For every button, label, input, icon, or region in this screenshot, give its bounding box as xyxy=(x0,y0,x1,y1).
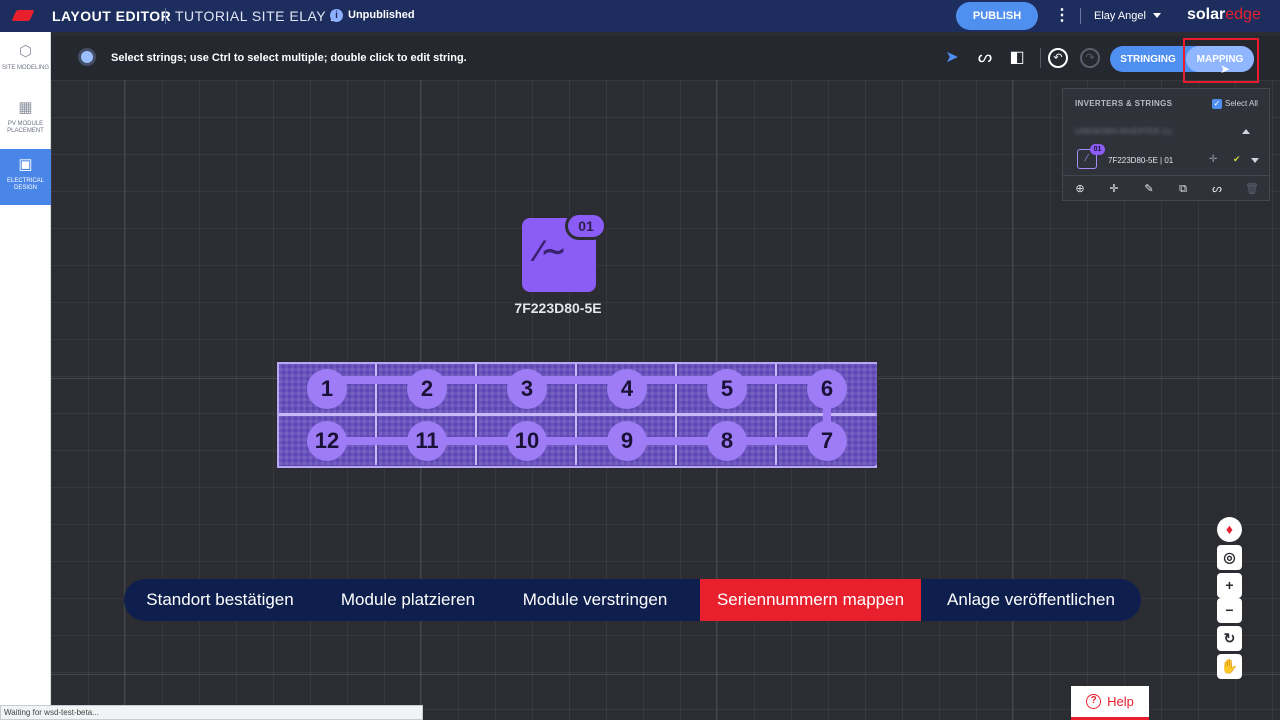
string-path-icon[interactable]: ᔕ xyxy=(1209,181,1225,197)
info-icon[interactable]: i xyxy=(330,9,343,22)
inverter-row-suffix: | 01 xyxy=(1160,156,1174,165)
module-number[interactable]: 5 xyxy=(707,369,747,409)
brand-logo: solaredge xyxy=(1187,6,1261,24)
inverter-group-label[interactable]: UNKNOWN INVERTER (1) xyxy=(1075,127,1172,136)
check-icon: ✔ xyxy=(1233,154,1241,164)
inverters-strings-panel: INVERTERS & STRINGS ✓ Select All UNKNOWN… xyxy=(1062,88,1270,201)
inverter-row[interactable]: 7F223D80-5E | 01 xyxy=(1108,156,1173,165)
select-all-checkbox[interactable]: ✓ xyxy=(1212,99,1222,109)
pan-hand-icon[interactable]: ✋ xyxy=(1217,654,1242,679)
cube-icon: ⬡ xyxy=(18,43,33,60)
module-array[interactable]: 1 2 3 4 5 6 12 11 10 9 8 7 xyxy=(277,362,877,468)
header-divider xyxy=(1080,8,1081,24)
inverter-badge-number: 01 xyxy=(578,218,594,234)
grid-line xyxy=(1012,80,1013,720)
module-number[interactable]: 11 xyxy=(407,421,447,461)
module-number[interactable]: 2 xyxy=(407,369,447,409)
app-title: LAYOUT EDITOR xyxy=(52,8,172,24)
site-name: TUTORIAL SITE ELAY 2 xyxy=(175,8,339,24)
user-menu[interactable]: Elay Angel xyxy=(1094,10,1146,22)
module-number[interactable]: 10 xyxy=(507,421,547,461)
chip-icon: ▣ xyxy=(18,156,33,173)
delete-icon[interactable]: 🗑 xyxy=(1244,181,1260,197)
secondary-toolbar: Select strings; use Ctrl to select multi… xyxy=(51,36,1280,80)
move-icon[interactable]: ✛ xyxy=(1106,181,1122,197)
more-menu-icon[interactable]: ⋮ xyxy=(1054,6,1070,26)
inverter-label: 7F223D80-5E xyxy=(514,300,602,316)
edit-icon[interactable]: ✎ xyxy=(1141,181,1157,197)
grid-icon: ▦ xyxy=(18,99,33,116)
redo-icon[interactable]: ↷ xyxy=(1080,48,1100,68)
module-number[interactable]: 7 xyxy=(807,421,847,461)
inverter-row-badge: 01 xyxy=(1090,144,1105,155)
sidebar-item-pv-module-placement[interactable]: ▦ PV MODULE PLACEMENT xyxy=(0,92,51,148)
publish-status: Unpublished xyxy=(348,9,415,21)
undo-icon[interactable]: ↶ xyxy=(1048,48,1068,68)
sidebar-item-site-modeling[interactable]: ⬡ SITE MODELING xyxy=(0,36,51,92)
solaredge-logo-icon[interactable] xyxy=(11,10,35,21)
select-pointer-icon[interactable]: ➤ xyxy=(942,48,962,68)
chevron-down-icon[interactable] xyxy=(1251,158,1259,163)
string-wire[interactable] xyxy=(327,376,827,384)
zoom-in-icon[interactable]: + xyxy=(1217,573,1242,598)
sidebar-item-electrical-design[interactable]: ▣ ELECTRICAL DESIGN xyxy=(0,149,51,205)
title-divider xyxy=(165,8,166,24)
top-header: LAYOUT EDITOR TUTORIAL SITE ELAY 2 i Unp… xyxy=(0,0,1280,32)
mouse-cursor-icon: ➤ xyxy=(1220,62,1231,76)
chevron-up-icon[interactable] xyxy=(1242,129,1250,134)
step-item: Module platzieren xyxy=(340,590,476,609)
module-number[interactable]: 4 xyxy=(607,369,647,409)
step-item: Anlage veröffentlichen xyxy=(947,590,1115,609)
string-wire[interactable] xyxy=(327,437,827,445)
duplicate-icon[interactable]: ⧉ xyxy=(1175,181,1191,197)
workflow-steps-banner: Standort bestätigen Module platzieren Mo… xyxy=(124,579,1141,621)
module-number[interactable]: 1 xyxy=(307,369,347,409)
question-icon: ? xyxy=(1086,694,1102,709)
browser-status-bar: Waiting for wsd-test-beta... xyxy=(0,705,423,720)
module-number[interactable]: 3 xyxy=(507,369,547,409)
inverter-badge: 01 xyxy=(565,212,607,240)
inverter-row-name: 7F223D80-5E xyxy=(1108,156,1158,165)
panel-title: INVERTERS & STRINGS xyxy=(1075,99,1173,108)
brand-edge: edge xyxy=(1225,6,1261,23)
left-sidebar: ⬡ SITE MODELING ▦ PV MODULE PLACEMENT ▣ … xyxy=(0,32,51,720)
lightbulb-icon xyxy=(81,51,93,63)
toolbar-divider xyxy=(1040,48,1041,68)
instruction-hint: Select strings; use Ctrl to select multi… xyxy=(111,52,467,64)
panel-divider xyxy=(1063,175,1269,176)
locate-icon[interactable]: ◎ xyxy=(1217,545,1242,570)
string-path-icon[interactable]: ᔕ xyxy=(975,48,995,68)
grid-line xyxy=(124,80,125,720)
step-item-current: Seriennummern mappen xyxy=(700,579,921,621)
move-icon[interactable]: ✛ xyxy=(1209,154,1217,165)
help-button[interactable]: ? Help xyxy=(1071,686,1149,720)
publish-button[interactable]: PUBLISH xyxy=(956,2,1038,30)
inverter-symbol-icon: ⁄∼ xyxy=(536,235,567,268)
compass-icon[interactable]: ♦ xyxy=(1217,517,1242,542)
brand-solar: solar xyxy=(1187,6,1226,23)
select-all-label[interactable]: Select All xyxy=(1225,99,1258,108)
module-number[interactable]: 6 xyxy=(807,369,847,409)
grid-line xyxy=(51,674,1280,675)
step-item: Standort bestätigen xyxy=(146,590,294,609)
highlight-annotation xyxy=(1183,38,1259,83)
sidebar-item-label: ELECTRICAL DESIGN xyxy=(6,178,44,191)
module-number[interactable]: 8 xyxy=(707,421,747,461)
step-item: Module verstringen xyxy=(522,590,668,609)
help-label: Help xyxy=(1107,694,1134,709)
stringing-mode-button[interactable]: STRINGING xyxy=(1110,46,1186,72)
sidebar-item-label: SITE MODELING xyxy=(1,65,49,71)
add-icon[interactable]: ⊕ xyxy=(1072,181,1088,197)
panel-toggle-icon[interactable]: ◧ xyxy=(1007,48,1027,68)
chevron-down-icon[interactable] xyxy=(1153,13,1161,18)
array-divider xyxy=(279,413,875,416)
rotate-icon[interactable]: ↻ xyxy=(1217,626,1242,651)
sidebar-item-label: PV MODULE PLACEMENT xyxy=(7,121,44,134)
zoom-out-icon[interactable]: − xyxy=(1217,598,1242,623)
module-number[interactable]: 12 xyxy=(307,421,347,461)
module-number[interactable]: 9 xyxy=(607,421,647,461)
